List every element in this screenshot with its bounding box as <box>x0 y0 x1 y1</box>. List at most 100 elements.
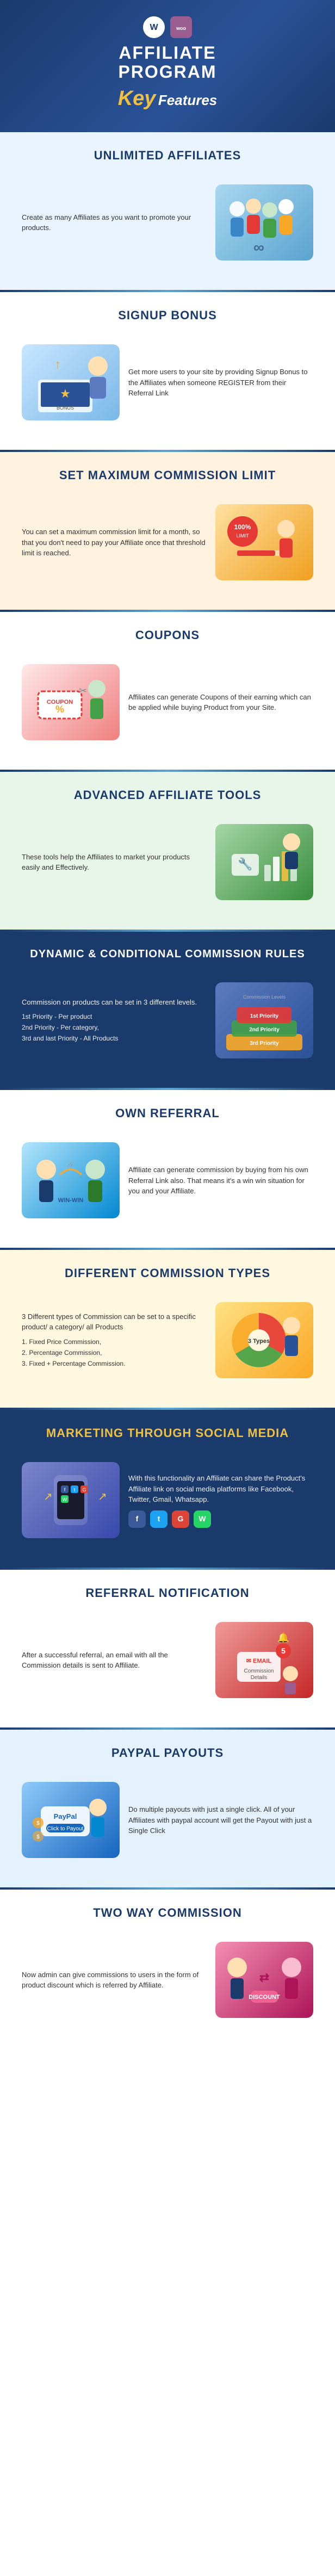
header-subtitle: Key Features <box>11 87 324 110</box>
section-dynamic: DYNAMIC & CONDITIONAL COMMISSION RULES C… <box>0 932 335 1088</box>
svg-text:woo: woo <box>176 26 186 31</box>
section-title-coupons: COUPONS <box>11 628 324 642</box>
svg-text:DISCOUNT: DISCOUNT <box>249 1994 280 2001</box>
svg-text:⇄: ⇄ <box>259 1971 269 1984</box>
feature-block-tools: These tools help the Affiliates to marke… <box>11 811 324 913</box>
illustration-referral: 🔗 WIN-WIN <box>27 1145 114 1216</box>
section-title-notif: REFERRAL NOTIFICATION <box>11 1586 324 1600</box>
svg-text:↗: ↗ <box>44 1491 53 1503</box>
illustration-notif: ✉ EMAIL Commission Details 5 🔔 <box>221 1625 308 1695</box>
svg-text:🔗: 🔗 <box>67 1161 75 1168</box>
text-notif: After a successful referral, an email wi… <box>22 1650 207 1671</box>
illustration-commtypes: 3 Types <box>221 1305 308 1376</box>
section-title-social: MARKETING THROUGH SOCIAL MEDIA <box>11 1426 324 1440</box>
image-referral: 🔗 WIN-WIN <box>22 1142 120 1218</box>
section-title-twoway: TWO WAY COMMISSION <box>11 1906 324 1920</box>
text-commtypes: 3 Different types of Commission can be s… <box>22 1311 207 1370</box>
svg-text:G: G <box>82 1487 86 1493</box>
svg-text:★: ★ <box>60 387 71 400</box>
image-coupons: COUPON % ✂ <box>22 664 120 740</box>
commtype-2: 2. Percentage Commission, <box>22 1348 207 1358</box>
feature-block-commtypes: 3 Different types of Commission can be s… <box>11 1289 324 1391</box>
text-unlimited: Create as many Affiliates as you want to… <box>22 212 207 233</box>
illustration-tools: 🔧 <box>221 827 308 897</box>
text-signup: Get more users to your site by providing… <box>128 367 313 399</box>
illustration-coupons: COUPON % ✂ <box>27 667 114 738</box>
image-twoway: ⇄ DISCOUNT <box>215 1942 313 2018</box>
section-social: MARKETING THROUGH SOCIAL MEDIA With this… <box>0 1410 335 1568</box>
text-dynamic: Commission on products can be set in 3 d… <box>22 997 207 1045</box>
image-commtypes: 3 Types <box>215 1302 313 1378</box>
section-title-dynamic: DYNAMIC & CONDITIONAL COMMISSION RULES <box>11 948 324 961</box>
svg-text:LIMIT: LIMIT <box>236 533 249 538</box>
svg-text:2nd Priority: 2nd Priority <box>249 1027 280 1033</box>
svg-text:Commission: Commission <box>244 1668 274 1674</box>
illustration-dynamic: 3rd Priority 2nd Priority 1st Priority C… <box>221 985 308 1056</box>
feature-block-maxcomm: You can set a maximum commission limit f… <box>11 491 324 593</box>
image-notif: ✉ EMAIL Commission Details 5 🔔 <box>215 1622 313 1698</box>
svg-text:BONUS: BONUS <box>57 405 74 411</box>
header-title: AFFILIATE PROGRAM <box>11 44 324 82</box>
priority-2: 2nd Priority - Per category, <box>22 1023 207 1032</box>
text-paypal: Do multiple payouts with just a single c… <box>128 1804 313 1836</box>
svg-text:↗: ↗ <box>98 1491 107 1503</box>
svg-text:1st Priority: 1st Priority <box>250 1013 279 1019</box>
text-coupons: Affiliates can generate Coupons of their… <box>128 692 313 713</box>
text-referral: Affiliate can generate commission by buy… <box>128 1165 313 1197</box>
whatsapp-icon: W <box>194 1510 211 1528</box>
wordpress-logo: W <box>143 16 165 38</box>
svg-text:%: % <box>55 704 64 715</box>
section-maxcomm: SET MAXIMUM COMMISSION LIMIT You can set… <box>0 452 335 610</box>
image-social: f t G W ↗ ↗ <box>22 1462 120 1538</box>
feature-block-twoway: Now admin can give commissions to users … <box>11 1929 324 2031</box>
section-referral: OWN REFERRAL Affiliate can generate comm… <box>0 1090 335 1248</box>
image-tools: 🔧 <box>215 824 313 900</box>
twitter-icon: t <box>150 1510 167 1528</box>
feature-block-unlimited: Create as many Affiliates as you want to… <box>11 171 324 274</box>
text-twoway: Now admin can give commissions to users … <box>22 1970 207 1991</box>
section-title-tools: ADVANCED AFFILIATE TOOLS <box>11 788 324 802</box>
svg-text:3rd Priority: 3rd Priority <box>250 1041 279 1046</box>
section-title-paypal: PAYPAL PAYOUTS <box>11 1746 324 1760</box>
section-title-signup: SIGNUP BONUS <box>11 308 324 323</box>
svg-text:PayPal: PayPal <box>54 1812 77 1820</box>
feature-block-signup: Get more users to your site by providing… <box>11 331 324 434</box>
svg-text:100%: 100% <box>234 523 251 531</box>
section-signup: SIGNUP BONUS Get more users to your site… <box>0 292 335 450</box>
svg-text:✂: ✂ <box>79 685 87 696</box>
section-coupons: COUPONS Affiliates can generate Coupons … <box>0 612 335 770</box>
header-logos: W woo <box>11 16 324 38</box>
feature-block-coupons: Affiliates can generate Coupons of their… <box>11 651 324 753</box>
section-paypal: PAYPAL PAYOUTS Do multiple payouts with … <box>0 1730 335 1887</box>
gmail-icon: G <box>172 1510 189 1528</box>
feature-block-dynamic: Commission on products can be set in 3 d… <box>11 969 324 1072</box>
illustration-twoway: ⇄ DISCOUNT <box>221 1945 308 2015</box>
section-tools: ADVANCED AFFILIATE TOOLS These tools hel… <box>0 772 335 930</box>
image-paypal: PayPal Click to Payout $ $ <box>22 1782 120 1858</box>
image-maxcomm: 100% LIMIT <box>215 504 313 580</box>
svg-text:$: $ <box>36 1834 40 1840</box>
svg-text:↑: ↑ <box>54 357 61 372</box>
svg-text:3 Types: 3 Types <box>248 1338 270 1345</box>
image-unlimited: ∞ <box>215 184 313 261</box>
feature-block-referral: Affiliate can generate commission by buy… <box>11 1129 324 1231</box>
svg-text:🔔: 🔔 <box>277 1632 289 1643</box>
svg-text:5: 5 <box>281 1646 286 1655</box>
commtype-3: 3. Fixed + Percentage Commission. <box>22 1359 207 1369</box>
commtype-1: 1. Fixed Price Commission, <box>22 1337 207 1347</box>
svg-text:Commission Levels: Commission Levels <box>243 994 286 1000</box>
section-title-unlimited: UNLIMITED AFFILIATES <box>11 148 324 163</box>
facebook-icon: f <box>128 1510 146 1528</box>
svg-text:W: W <box>150 23 158 32</box>
feature-block-notif: After a successful referral, an email wi… <box>11 1609 324 1711</box>
woocommerce-logo: woo <box>170 16 192 38</box>
section-title-referral: OWN REFERRAL <box>11 1106 324 1120</box>
section-title-maxcomm: SET MAXIMUM COMMISSION LIMIT <box>11 468 324 482</box>
illustration-paypal: PayPal Click to Payout $ $ <box>27 1785 114 1855</box>
illustration-maxcomm: 100% LIMIT <box>221 507 308 578</box>
svg-text:W: W <box>63 1497 67 1502</box>
section-unlimited: UNLIMITED AFFILIATES Create as many Affi… <box>0 132 335 290</box>
svg-text:$: $ <box>36 1820 40 1826</box>
illustration-signup: ★ BONUS ↑ <box>27 347 114 418</box>
svg-text:Details: Details <box>251 1675 268 1681</box>
